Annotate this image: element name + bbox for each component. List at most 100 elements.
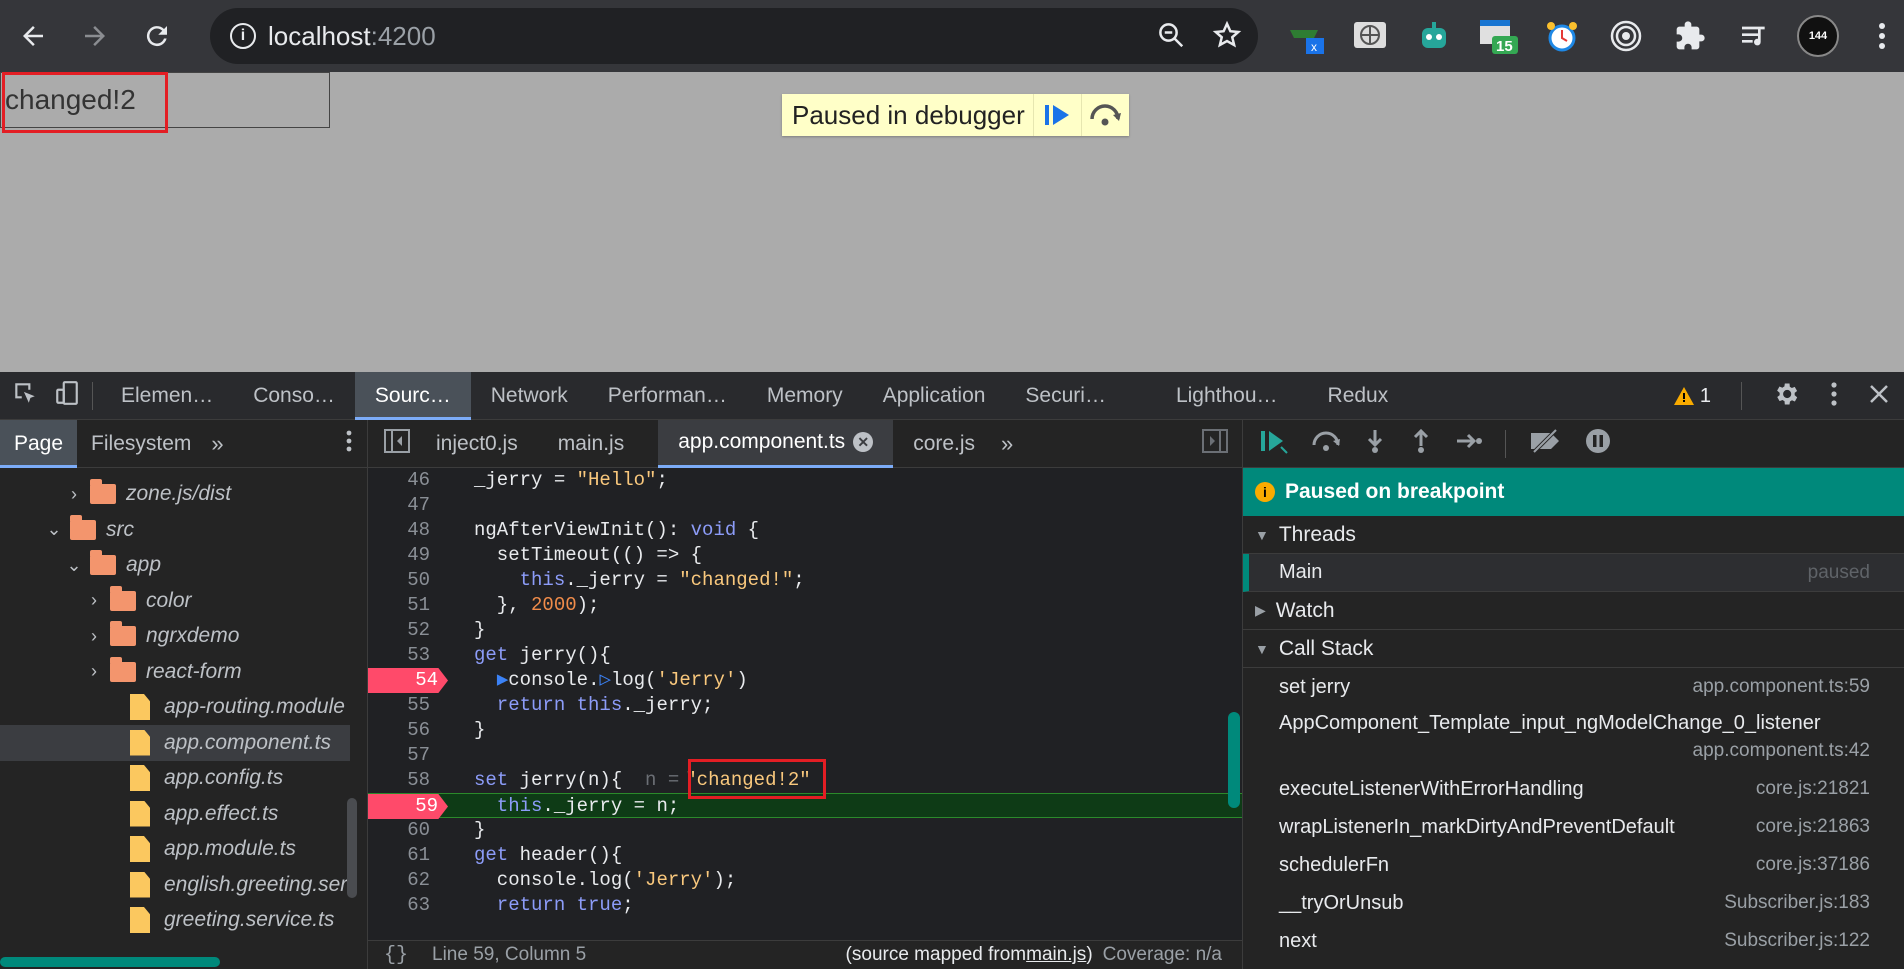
code-line[interactable]: 50 this._jerry = "changed!";	[368, 568, 1242, 593]
call-frame[interactable]: executeListenerWithErrorHandling core.js:…	[1243, 770, 1904, 808]
tab-memory[interactable]: Memory	[747, 372, 863, 420]
chevron-right-icon[interactable]: ›	[84, 626, 104, 647]
nav-hscrollbar[interactable]	[0, 957, 220, 967]
tree-item[interactable]: › zone.js/dist	[0, 476, 350, 512]
call-frame-location[interactable]: app.component.ts:59	[1693, 676, 1870, 698]
tree-item[interactable]: › ngrxdemo	[0, 618, 350, 654]
call-frame-location[interactable]: core.js:21863	[1756, 816, 1870, 838]
call-frame[interactable]: schedulerFn core.js:37186	[1243, 846, 1904, 884]
extension-robot-icon[interactable]	[1412, 14, 1456, 58]
toggle-debugger-icon[interactable]	[1202, 429, 1228, 458]
tree-item[interactable]: › react-form	[0, 654, 350, 690]
call-frame[interactable]: set jerry app.component.ts:59	[1243, 668, 1904, 706]
threads-section-header[interactable]: ▼ Threads	[1243, 516, 1904, 554]
tab-security[interactable]: Securi…	[1005, 372, 1156, 420]
device-toolbar-icon[interactable]	[54, 380, 80, 411]
code-line[interactable]: 56}	[368, 718, 1242, 743]
tab-network[interactable]: Network	[471, 372, 588, 420]
editor-tab-app-component[interactable]: app.component.ts ✕	[658, 419, 894, 468]
warnings-counter[interactable]: 1	[1673, 385, 1711, 408]
resume-execution-icon[interactable]	[1259, 427, 1289, 460]
back-icon[interactable]	[14, 17, 52, 55]
close-tab-icon[interactable]: ✕	[853, 432, 874, 452]
tree-item[interactable]: app.module.ts	[0, 831, 350, 867]
step-over-next-icon[interactable]	[1311, 429, 1341, 458]
tree-item[interactable]: ⌄ src	[0, 512, 350, 548]
code-line[interactable]: 47	[368, 493, 1242, 518]
tab-redux[interactable]: Redux	[1308, 372, 1409, 420]
tab-elements[interactable]: Elemen…	[101, 372, 233, 420]
tab-application[interactable]: Application	[863, 372, 1006, 420]
settings-gear-icon[interactable]	[1772, 380, 1800, 413]
tree-item[interactable]: app.effect.ts	[0, 796, 350, 832]
call-frame-location[interactable]: Subscriber.js:122	[1724, 930, 1870, 952]
code-line[interactable]: 63 return true;	[368, 893, 1242, 918]
profile-avatar[interactable]: 144	[1796, 14, 1840, 58]
reload-icon[interactable]	[138, 17, 176, 55]
editor-tab-core[interactable]: core.js	[893, 420, 995, 468]
callstack-section-header[interactable]: ▼ Call Stack	[1243, 630, 1904, 668]
extension-globe-icon[interactable]	[1348, 14, 1392, 58]
call-frame[interactable]: next Subscriber.js:122	[1243, 922, 1904, 960]
more-tabs-chevron-icon[interactable]: »	[211, 431, 223, 457]
tree-item[interactable]: english.greeting.ser	[0, 867, 350, 903]
inspect-element-icon[interactable]	[12, 380, 38, 411]
call-frame[interactable]: AppComponent_Template_input_ngModelChang…	[1243, 706, 1904, 770]
step-into-icon[interactable]	[1363, 428, 1387, 459]
info-icon[interactable]: i	[230, 23, 256, 49]
code-line[interactable]: 61 get header(){	[368, 843, 1242, 868]
code-line[interactable]: 49 setTimeout(() => {	[368, 543, 1242, 568]
tree-item[interactable]: › color	[0, 583, 350, 619]
extension-alarm-icon[interactable]	[1540, 14, 1584, 58]
pretty-print-icon[interactable]: {}	[384, 944, 408, 967]
nav-menu-icon[interactable]	[345, 429, 353, 458]
step-out-icon[interactable]	[1409, 428, 1433, 459]
tree-item[interactable]: app-routing.module	[0, 689, 350, 725]
devtools-menu-icon[interactable]	[1830, 381, 1838, 412]
step-over-icon[interactable]	[1080, 94, 1129, 136]
more-editor-tabs-icon[interactable]: »	[1001, 431, 1013, 457]
step-icon[interactable]	[1455, 431, 1483, 456]
tree-item[interactable]: greeting.service.ts	[0, 902, 350, 938]
extension-target-icon[interactable]	[1604, 14, 1648, 58]
menu-kebab-icon[interactable]	[1860, 14, 1904, 58]
call-frame[interactable]: wrapListenerIn_markDirtyAndPreventDefaul…	[1243, 808, 1904, 846]
extension-calendar-icon[interactable]: 15	[1476, 14, 1520, 58]
star-icon[interactable]	[1212, 20, 1242, 55]
call-frame[interactable]: __tryOrUnsub Subscriber.js:183	[1243, 884, 1904, 922]
call-frame-location[interactable]: core.js:21821	[1756, 778, 1870, 800]
code-line[interactable]: 51 }, 2000);	[368, 593, 1242, 618]
thread-row-main[interactable]: Main paused	[1243, 554, 1904, 592]
code-line[interactable]: 54 ▶console.▷log('Jerry')	[368, 668, 1242, 693]
tab-sources[interactable]: Sourc…	[354, 371, 471, 420]
extension-glasses-icon[interactable]: x	[1284, 14, 1328, 58]
code-line[interactable]: 48 ngAfterViewInit(): void {	[368, 518, 1242, 543]
editor-tab-main[interactable]: main.js	[538, 420, 659, 468]
resume-icon[interactable]	[1032, 94, 1081, 136]
editor-tab-inject0[interactable]: inject0.js	[416, 420, 538, 468]
watch-section-header[interactable]: ▶ Watch	[1243, 592, 1904, 630]
tree-item[interactable]: ⌄ app	[0, 547, 350, 583]
editor-scrollbar[interactable]	[1228, 712, 1240, 808]
call-frame-location[interactable]: app.component.ts:42	[1693, 740, 1870, 762]
code-line[interactable]: 53 get jerry(){	[368, 643, 1242, 668]
code-line[interactable]: 46 _jerry = "Hello";	[368, 468, 1242, 493]
nav-scrollbar[interactable]	[347, 798, 357, 898]
call-frame-location[interactable]: Subscriber.js:183	[1724, 892, 1870, 914]
media-queue-icon[interactable]	[1732, 14, 1776, 58]
tree-item[interactable]: app.component.ts	[0, 724, 350, 761]
close-devtools-icon[interactable]	[1868, 383, 1890, 410]
extensions-puzzle-icon[interactable]	[1668, 14, 1712, 58]
code-line[interactable]: 52}	[368, 618, 1242, 643]
chevron-right-icon[interactable]: ›	[84, 661, 104, 682]
toggle-navigator-icon[interactable]	[384, 429, 410, 458]
tab-console[interactable]: Conso…	[233, 372, 355, 420]
forward-icon[interactable]	[76, 17, 114, 55]
tab-performance[interactable]: Performan…	[588, 372, 747, 420]
call-frame-location[interactable]: core.js:37186	[1756, 854, 1870, 876]
chevron-right-icon[interactable]: ›	[64, 484, 84, 505]
code-line[interactable]: 55 return this._jerry;	[368, 693, 1242, 718]
chevron-right-icon[interactable]: ›	[84, 590, 104, 611]
tab-lighthouse[interactable]: Lighthou…	[1156, 372, 1308, 420]
breakpoint-marker[interactable]: 59	[368, 794, 448, 819]
